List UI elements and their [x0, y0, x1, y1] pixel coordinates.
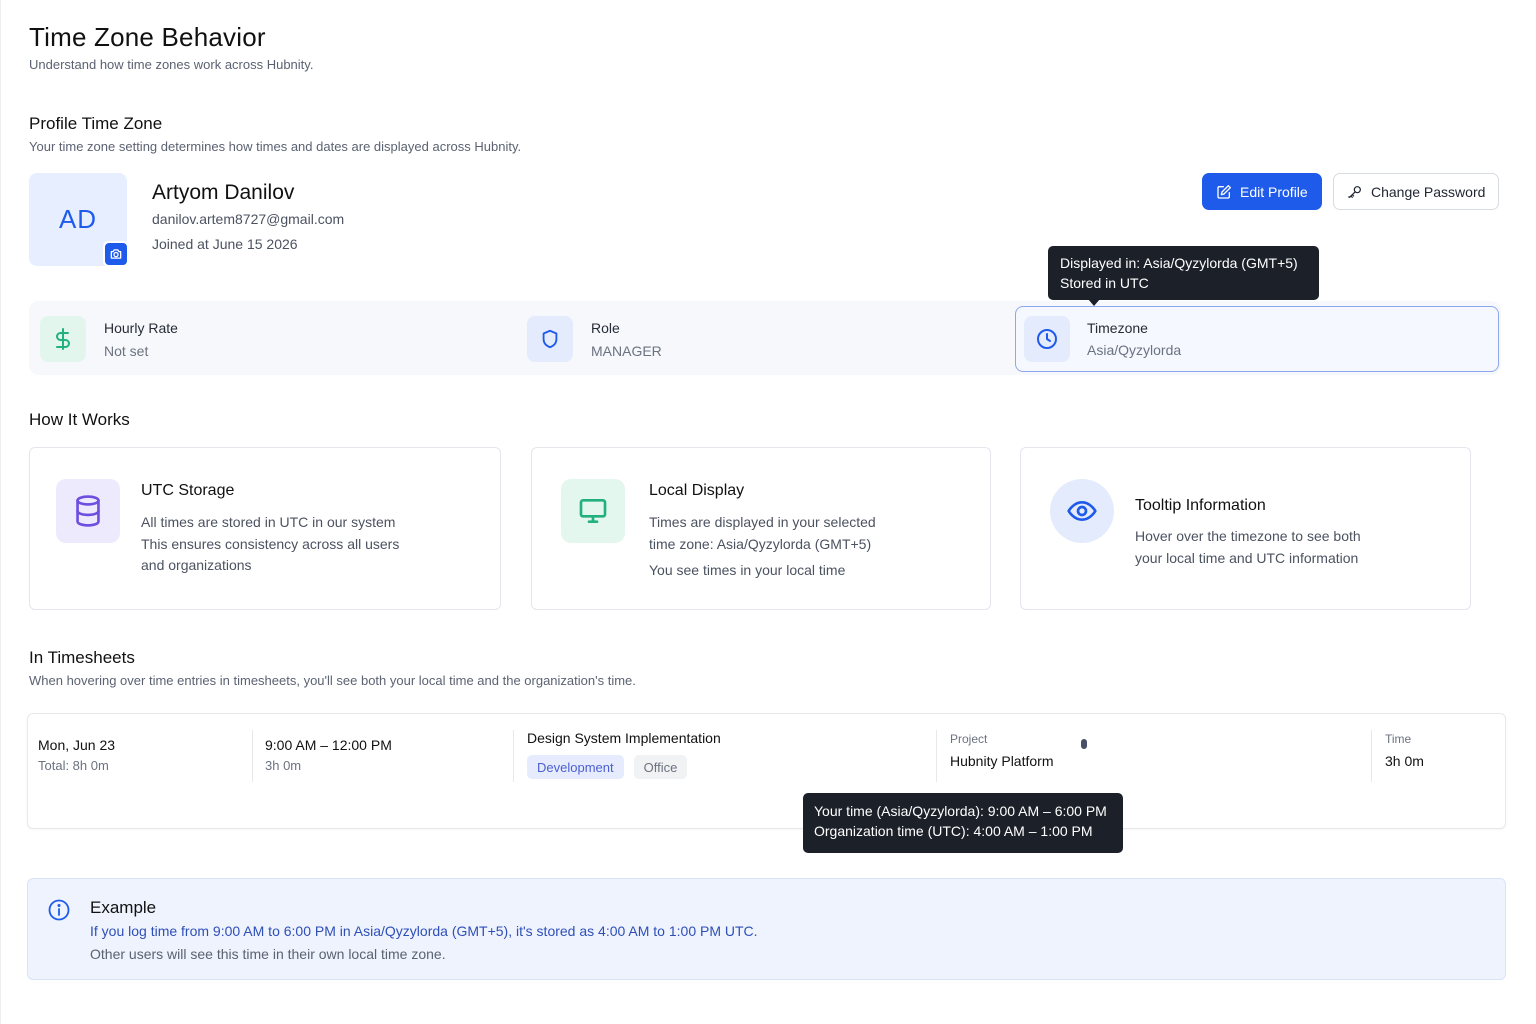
profile-section-title: Profile Time Zone: [29, 114, 163, 133]
stat-timezone-content[interactable]: Timezone Asia/Qyzylorda: [1024, 316, 1181, 362]
page-title: Time Zone Behavior: [29, 22, 266, 52]
card-utc-line: All times are stored in UTC in our syste…: [141, 514, 396, 530]
clock-icon: [1024, 316, 1070, 362]
profile-section-subtitle: Your time zone setting determines how ti…: [29, 139, 522, 154]
card-tooltip-line: Hover over the timezone to see both: [1135, 528, 1361, 544]
card-tooltip-information: Tooltip Information Hover over the timez…: [1020, 447, 1471, 610]
profile-joined: Joined at June 15 2026: [152, 236, 298, 252]
entry-task: Design System Implementation: [527, 730, 721, 746]
avatar: AD: [29, 173, 129, 267]
stat-timezone-label: Timezone: [1087, 320, 1148, 336]
entry-project: Hubnity Platform: [950, 753, 1054, 769]
database-icon: [56, 479, 120, 543]
timezone-tooltip: Displayed in: Asia/Qyzylorda (GMT+5) Sto…: [1048, 246, 1319, 300]
card-local-line: You see times in your local time: [649, 562, 846, 578]
change-password-button[interactable]: Change Password: [1333, 173, 1500, 210]
example-line1: If you log time from 9:00 AM to 6:00 PM …: [90, 923, 758, 939]
stat-hourly-rate-label: Hourly Rate: [104, 319, 178, 336]
entry-time: 3h 0m: [1385, 753, 1424, 769]
card-utc-title: UTC Storage: [141, 482, 235, 499]
example-line2: Other users will see this time in their …: [90, 946, 446, 962]
edit-profile-button[interactable]: Edit Profile: [1202, 173, 1322, 210]
change-photo-button[interactable]: [103, 241, 129, 267]
example-box: Example If you log time from 9:00 AM to …: [27, 878, 1506, 980]
timezone-tooltip-line2: Stored in UTC: [1060, 275, 1149, 291]
card-local-display: Local Display Times are displayed in you…: [531, 447, 991, 610]
card-local-line: time zone: Asia/Qyzylorda (GMT+5): [649, 535, 872, 552]
entry-duration: 3h 0m: [265, 758, 302, 773]
profile-email: danilov.artem8727@gmail.com: [152, 211, 345, 227]
card-utc-storage: UTC Storage All times are stored in UTC …: [29, 447, 501, 610]
page-subtitle: Understand how time zones work across Hu…: [29, 57, 314, 72]
timesheets-subtitle: When hovering over time entries in times…: [29, 673, 636, 688]
stat-timezone-value: Asia/Qyzylorda: [1087, 342, 1182, 358]
column-divider: [936, 730, 937, 782]
shield-icon: [527, 316, 573, 362]
stat-hourly-rate: Hourly Rate Not set: [40, 316, 178, 362]
page-edge: [0, 0, 1, 1024]
timezone-tooltip-arrow: [1088, 299, 1100, 306]
timezone-tooltip-line1: Displayed in: Asia/Qyzylorda (GMT+5): [1060, 255, 1298, 271]
profile-name: Artyom Danilov: [152, 181, 295, 204]
timesheet-entry-row[interactable]: Mon, Jun 23 Total: 8h 0m 9:00 AM – 12:00…: [27, 713, 1506, 829]
entry-project-label: Project: [950, 732, 988, 746]
card-tooltip-line: your local time and UTC information: [1135, 549, 1359, 566]
cursor-icon: [1081, 739, 1087, 749]
timesheet-tooltip-line2: Organization time (UTC): 4:00 AM – 1:00 …: [814, 823, 1093, 839]
monitor-icon: [561, 479, 625, 543]
column-divider: [252, 730, 253, 782]
how-it-works-title: How It Works: [29, 410, 130, 429]
card-tooltip-text: Hover over the timezone to see both your…: [1135, 526, 1361, 569]
stat-hourly-rate-value: Not set: [104, 342, 149, 359]
edit-profile-label: Edit Profile: [1240, 183, 1308, 200]
entry-date: Mon, Jun 23: [38, 737, 116, 753]
entry-tags: Development Office: [527, 755, 688, 779]
change-password-label: Change Password: [1371, 183, 1486, 200]
stat-role-label: Role: [591, 319, 620, 336]
edit-icon: [1217, 184, 1231, 199]
entry-total: Total: 8h 0m: [38, 758, 109, 773]
timesheets-title: In Timesheets: [29, 648, 135, 667]
card-local-line: Times are displayed in your selected: [649, 514, 876, 530]
timesheet-tooltip: Your time (Asia/Qyzylorda): 9:00 AM – 6:…: [803, 793, 1123, 853]
column-divider: [1371, 730, 1372, 782]
card-utc-line: This ensures consistency across all user…: [141, 535, 400, 552]
info-icon: [48, 899, 70, 921]
example-title: Example: [90, 898, 157, 917]
stat-role: Role MANAGER: [527, 316, 662, 362]
card-local-title: Local Display: [649, 482, 745, 499]
card-tooltip-title: Tooltip Information: [1135, 497, 1266, 514]
dollar-icon: [40, 316, 86, 362]
timesheet-tooltip-line1: Your time (Asia/Qyzylorda): 9:00 AM – 6:…: [814, 803, 1107, 819]
entry-time-range[interactable]: 9:00 AM – 12:00 PM: [265, 737, 392, 753]
card-local-text: Times are displayed in your selected tim…: [649, 512, 876, 582]
eye-icon: [1050, 479, 1114, 543]
card-utc-line: and organizations: [141, 557, 252, 573]
avatar-initials: AD: [58, 204, 98, 234]
column-divider: [513, 730, 514, 782]
stat-role-value: MANAGER: [591, 342, 662, 359]
card-utc-text: All times are stored in UTC in our syste…: [141, 512, 399, 577]
entry-time-label: Time: [1385, 732, 1412, 746]
tag-development: Development: [527, 755, 624, 779]
camera-icon: [110, 249, 122, 259]
tag-office: Office: [633, 755, 688, 779]
key-icon: [1348, 185, 1361, 198]
